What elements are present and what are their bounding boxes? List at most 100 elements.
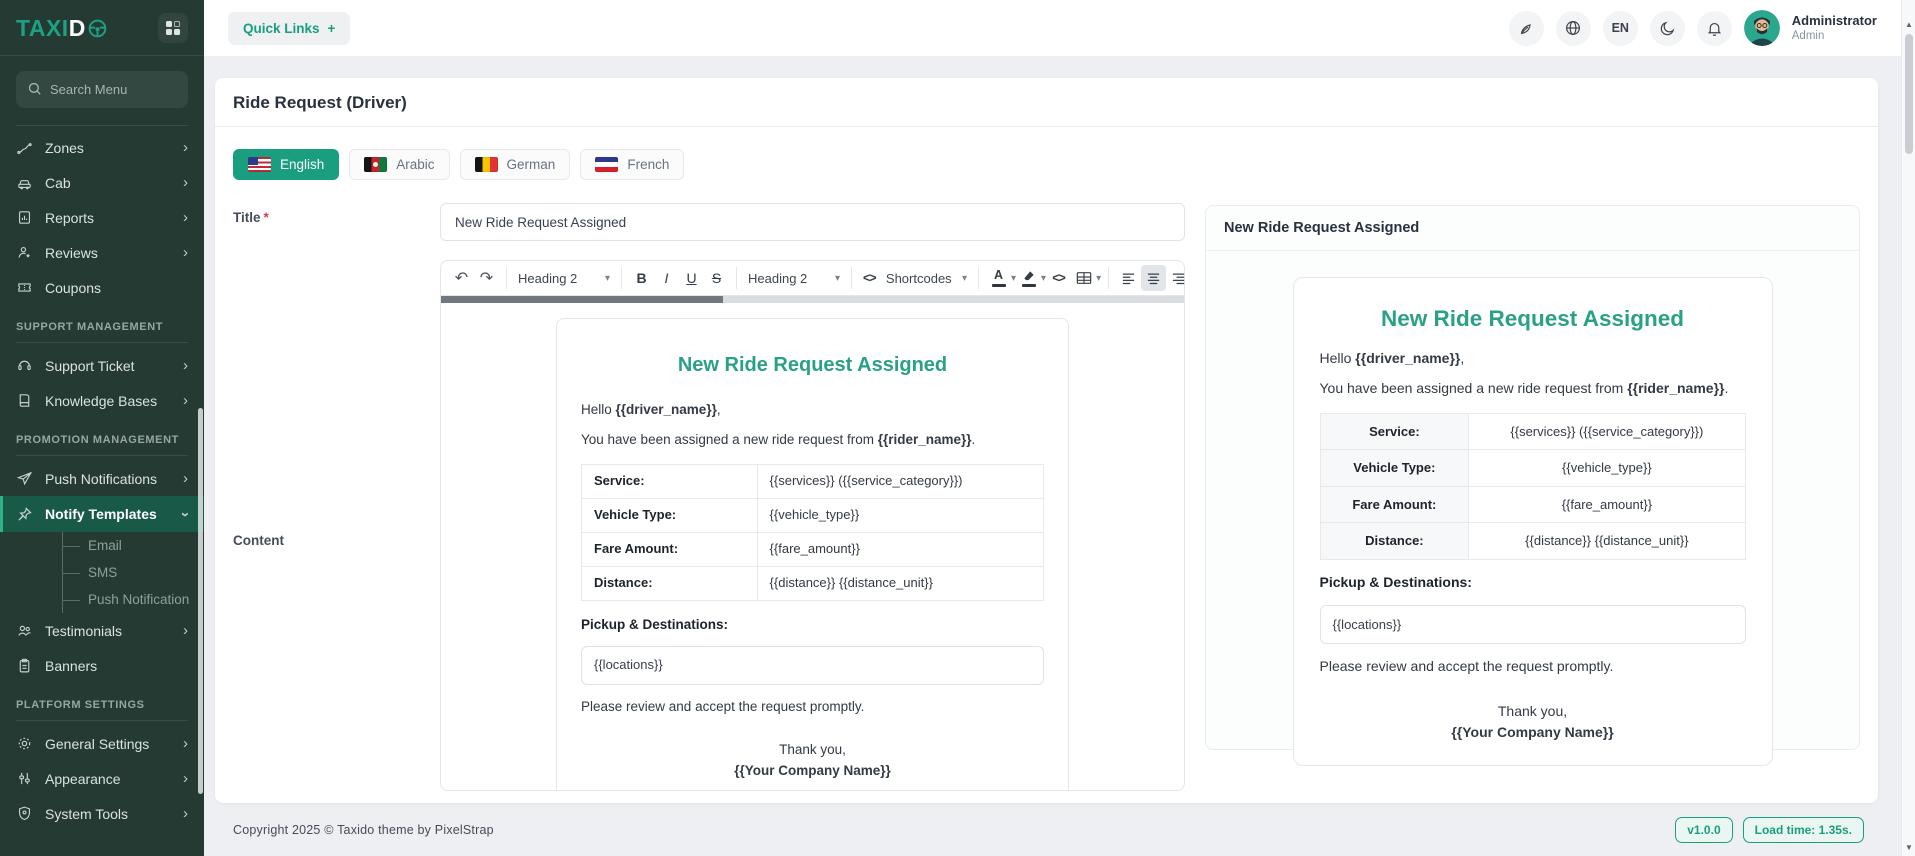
table-row: Distance: {{distance}} {{distance_unit}} — [1320, 523, 1745, 560]
scroll-up-arrow[interactable]: ▲ — [1902, 20, 1915, 29]
undo-button[interactable]: ↶ — [449, 265, 474, 291]
page-scrollbar[interactable]: ▲ ▼ — [1901, 0, 1915, 856]
menu-grid-button[interactable] — [158, 13, 188, 43]
sidebar-item-label: Support Ticket — [45, 358, 135, 374]
align-left-button[interactable] — [1116, 265, 1141, 291]
tab-german[interactable]: German — [460, 149, 571, 180]
scrollbar-thumb[interactable] — [1905, 34, 1913, 154]
driver-name-var: {{driver_name}} — [616, 402, 717, 417]
toolbar-divider — [851, 267, 852, 289]
quick-links-button[interactable]: Quick Links + — [228, 12, 350, 45]
chevron-right-icon: › — [183, 245, 188, 260]
chevron-right-icon: › — [183, 806, 188, 821]
sidebar-item-banners[interactable]: Banners — [0, 648, 204, 683]
language-code: EN — [1612, 21, 1629, 35]
sidebar-section-platform-settings: PLATFORM SETTINGS — [16, 699, 188, 721]
align-right-button[interactable] — [1166, 265, 1191, 291]
tab-french[interactable]: French — [580, 149, 684, 180]
reports-icon — [16, 209, 34, 226]
dark-mode-button[interactable] — [1650, 11, 1685, 46]
sidebar-item-reviews[interactable]: Reviews › — [0, 235, 204, 270]
sidebar-item-system-tools[interactable]: System Tools › — [0, 796, 204, 831]
italic-button[interactable]: I — [654, 265, 679, 291]
sidebar-item-notify-templates[interactable]: Notify Templates › — [0, 496, 204, 532]
editor-horizontal-scrollbar[interactable] — [440, 296, 1185, 303]
sidebar-item-reports[interactable]: Reports › — [0, 200, 204, 235]
sidebar-item-zones[interactable]: Zones › — [0, 130, 204, 165]
plus-icon: + — [328, 21, 336, 36]
block-format-select[interactable]: Heading 2▾ — [744, 265, 844, 291]
redo-button[interactable]: ↷ — [474, 265, 499, 291]
strikethrough-button[interactable]: S — [704, 265, 729, 291]
company-name-var: {{Your Company Name}} — [1451, 724, 1613, 740]
notifications-button[interactable] — [1697, 11, 1732, 46]
sidebar-item-push-notifications[interactable]: Push Notifications › — [0, 461, 204, 496]
driver-name-var: {{driver_name}} — [1355, 350, 1460, 366]
moon-icon — [1659, 20, 1676, 37]
user-name: Administrator — [1792, 13, 1877, 29]
tab-english[interactable]: English — [233, 149, 339, 180]
german-flag-icon — [475, 157, 498, 172]
table-icon — [1076, 271, 1092, 285]
text-color-button[interactable]: A — [986, 265, 1011, 291]
sidebar-item-cab[interactable]: Cab › — [0, 165, 204, 200]
bold-button[interactable]: B — [629, 265, 654, 291]
scroll-down-arrow[interactable]: ▼ — [1902, 843, 1915, 852]
email-signature: Thank you, {{Your Company Name}} — [1320, 701, 1746, 743]
table-button[interactable] — [1071, 265, 1096, 291]
scrollbar-thumb[interactable] — [441, 296, 723, 303]
tab-label: German — [507, 157, 556, 172]
table-row: Fare Amount: {{fare_amount}} — [582, 532, 1044, 566]
title-input[interactable] — [440, 203, 1185, 241]
code-view-button[interactable]: <> — [1046, 265, 1071, 291]
chevron-down-icon: › — [178, 512, 193, 517]
globe-button[interactable] — [1556, 11, 1591, 46]
sidebar-subitem-email[interactable]: Email — [0, 532, 204, 559]
logo-text-primary: TAXI — [16, 15, 69, 42]
preview-panel-title: New Ride Request Assigned — [1206, 206, 1859, 251]
sidebar-item-general-settings[interactable]: General Settings › — [0, 726, 204, 761]
sidebar-item-appearance[interactable]: Appearance › — [0, 761, 204, 796]
underline-button[interactable]: U — [679, 265, 704, 291]
preview-panel: New Ride Request Assigned New Ride Reque… — [1205, 205, 1860, 750]
sidebar-item-testimonials[interactable]: Testimonials › — [0, 613, 204, 648]
sidebar-item-support-ticket[interactable]: Support Ticket › — [0, 348, 204, 383]
sidebar-item-label: Zones — [45, 140, 84, 156]
color-swatch — [992, 284, 1006, 287]
sidebar-scrollbar[interactable] — [198, 408, 203, 794]
grid-icon — [166, 21, 180, 35]
language-button[interactable]: EN — [1603, 11, 1638, 46]
sidebar-subitem-sms[interactable]: SMS — [0, 559, 204, 586]
sidebar-item-knowledge-bases[interactable]: Knowledge Bases › — [0, 383, 204, 418]
sliders-icon — [16, 770, 34, 787]
sidebar-subitem-push-notification[interactable]: Push Notification — [0, 586, 204, 613]
heading-select[interactable]: Heading 2▾ — [514, 265, 614, 291]
sidebar-section-support-management: SUPPORT MANAGEMENT — [16, 321, 188, 343]
footer: Copyright 2025 © Taxido theme by PixelSt… — [215, 803, 1864, 856]
language-tabs: English Arabic German French — [233, 149, 684, 180]
sidebar-section-promotion-management: PROMOTION MANAGEMENT — [16, 434, 188, 456]
locations-box: {{locations}} — [581, 646, 1044, 685]
logo-text-secondary: D — [69, 15, 86, 42]
search-icon — [27, 81, 42, 96]
shortcodes-select[interactable]: <> Shortcodes ▾ — [859, 265, 971, 291]
chevron-down-icon: ▾ — [835, 273, 840, 284]
sidebar-item-label: General Settings — [45, 736, 149, 752]
theme-customizer-button[interactable] — [1509, 11, 1544, 46]
avatar[interactable] — [1744, 10, 1780, 46]
highlighter-icon — [1022, 270, 1036, 282]
table-row: Vehicle Type: {{vehicle_type}} — [1320, 450, 1745, 487]
sidebar-item-coupons[interactable]: Coupons — [0, 270, 204, 305]
align-center-button[interactable] — [1141, 265, 1166, 291]
email-heading: New Ride Request Assigned — [581, 351, 1044, 380]
testimonials-icon — [16, 622, 34, 639]
chevron-right-icon: › — [183, 393, 188, 408]
email-signature: Thank you, {{Your Company Name}} — [581, 740, 1044, 781]
chevron-right-icon: › — [183, 623, 188, 638]
table-row: Service: {{services}} ({{service_categor… — [1320, 413, 1745, 450]
highlight-button[interactable] — [1016, 265, 1041, 291]
sidebar-item-label: Knowledge Bases — [45, 393, 157, 409]
title-divider — [215, 126, 1878, 127]
tab-arabic[interactable]: Arabic — [349, 149, 449, 180]
editor-content[interactable]: New Ride Request Assigned Hello {{driver… — [440, 303, 1185, 791]
